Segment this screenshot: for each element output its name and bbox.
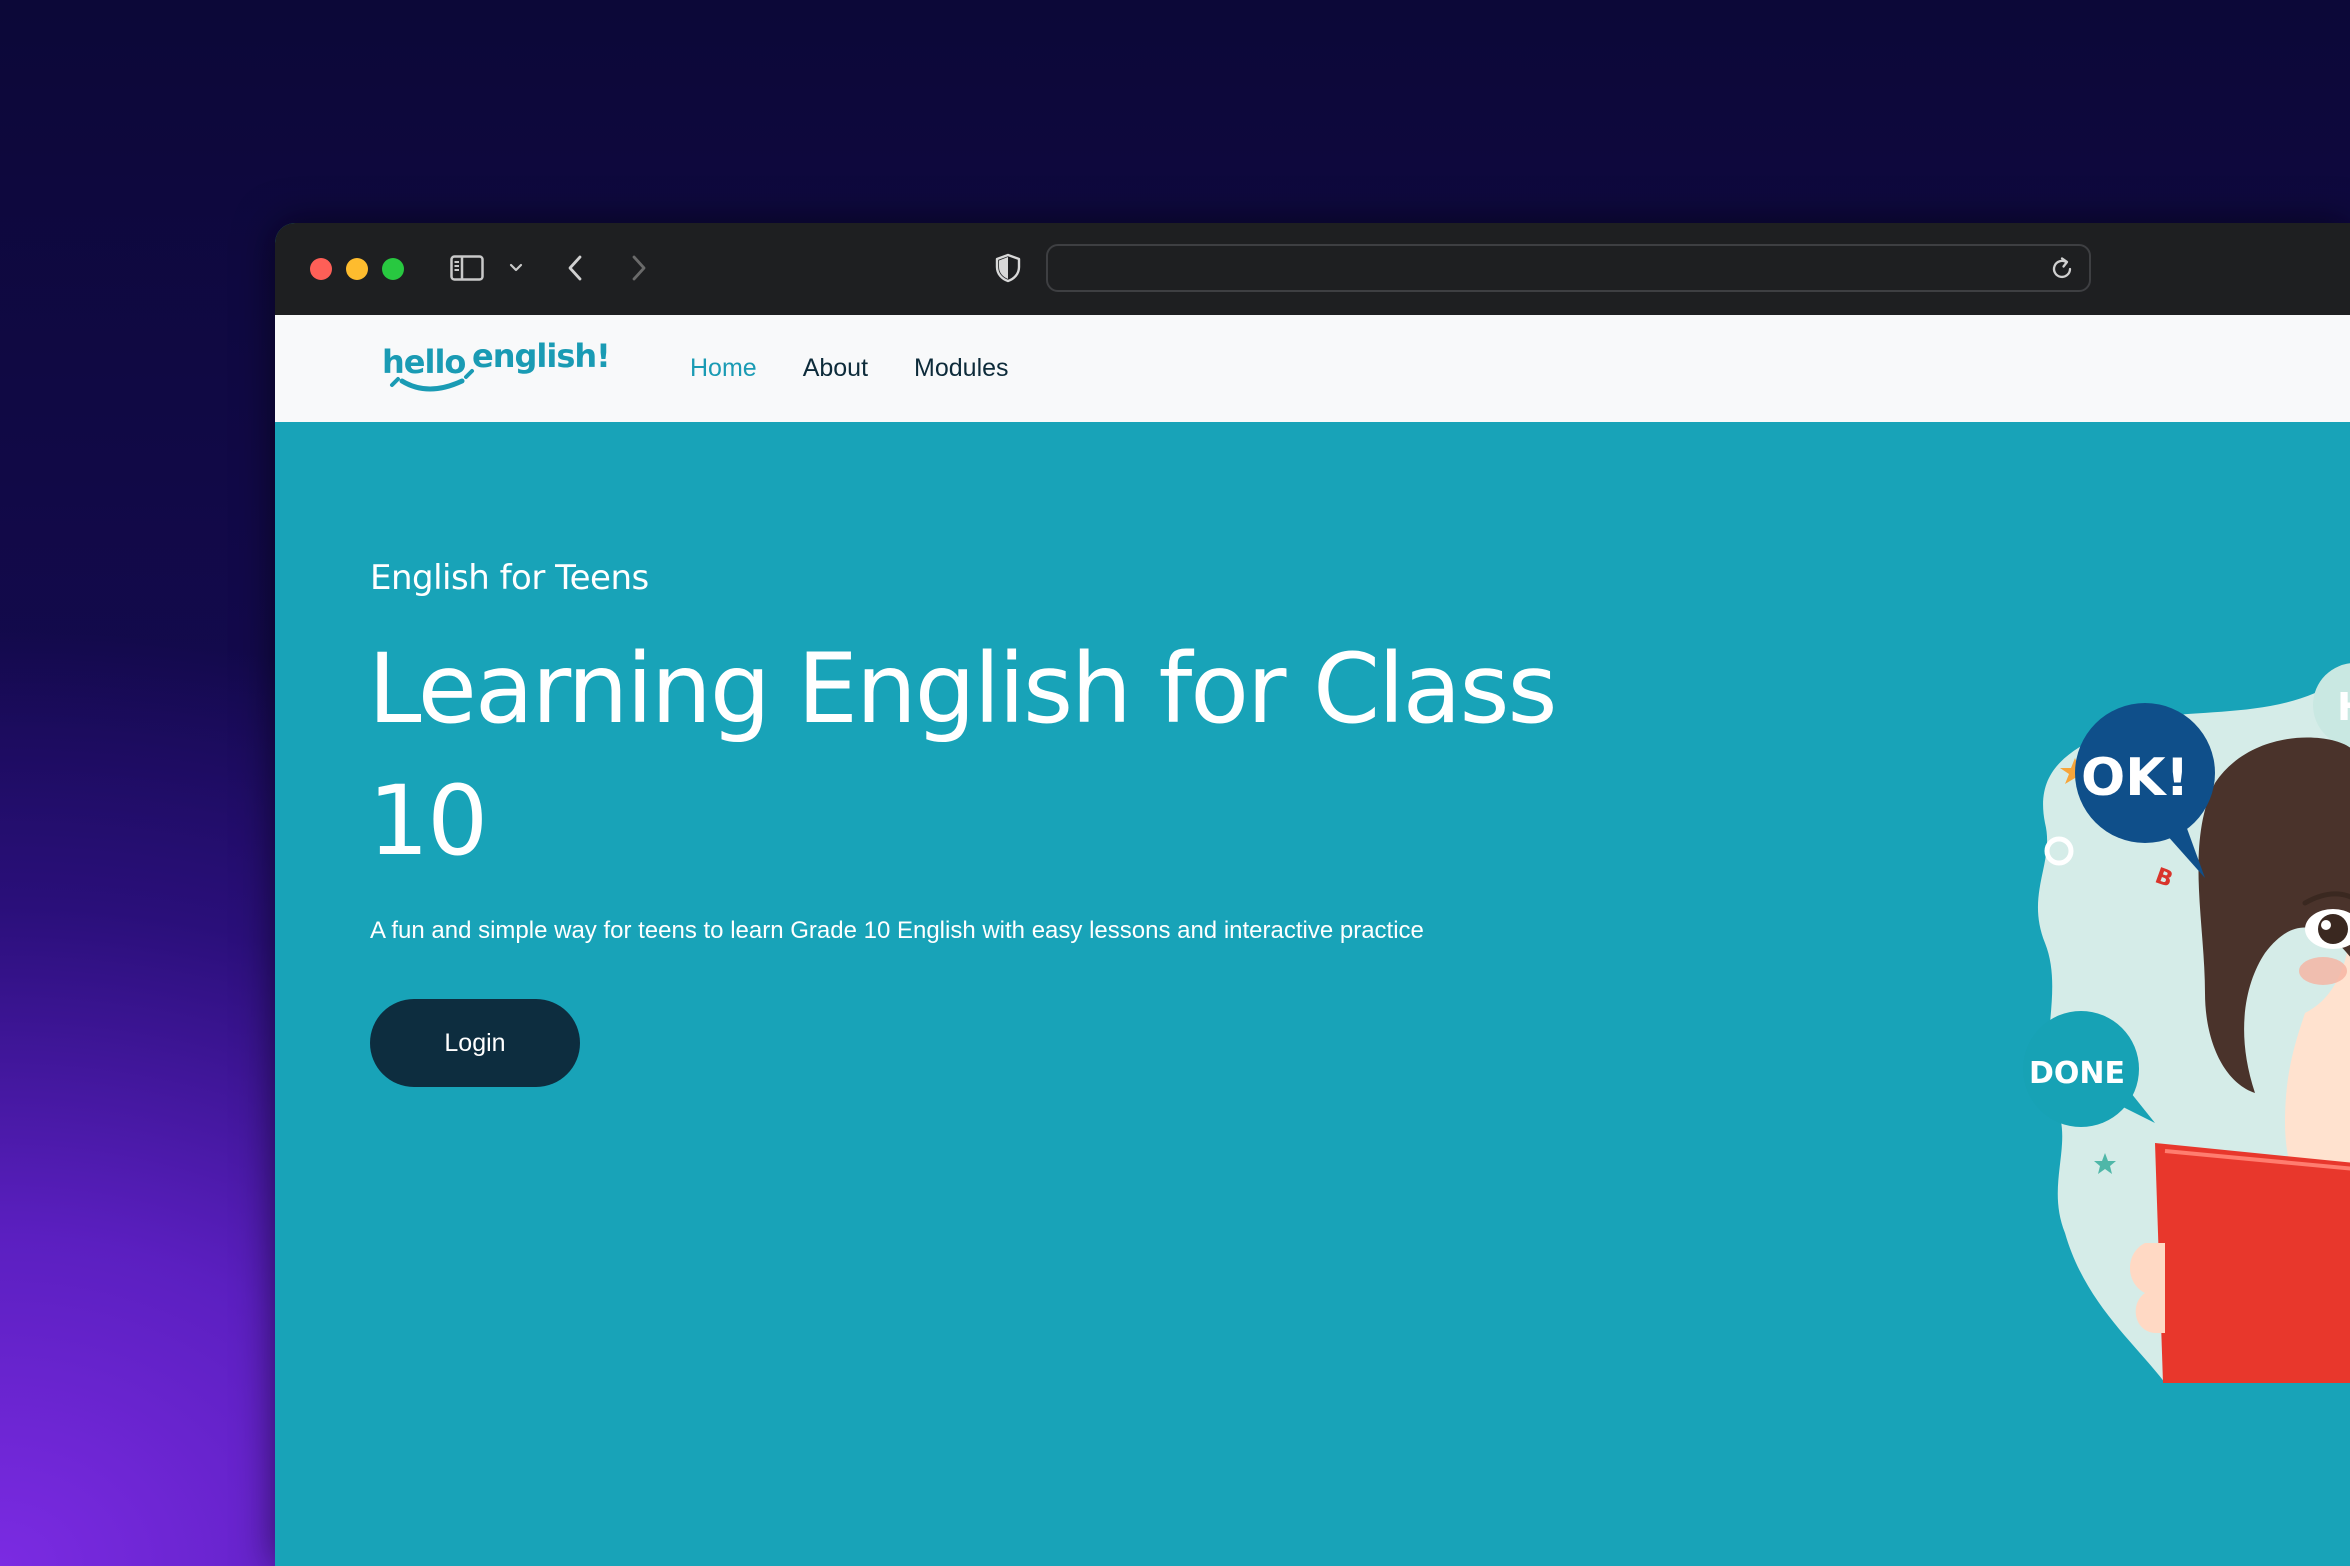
address-bar[interactable] [1046,244,2091,292]
login-button[interactable]: Login [370,999,580,1087]
hero-subtitle: A fun and simple way for teens to learn … [370,917,1424,944]
done-bubble-text: DONE [2029,1056,2125,1091]
zoom-window-button[interactable] [382,258,404,280]
ok-bubble-text: OK! [2081,748,2189,808]
partial-bubble-text: H [2337,685,2350,729]
site-navbar: hello english! Home About Modules [275,315,2350,422]
hero-headline: Learning English for Class 10 [368,633,1558,877]
browser-window: hello english! Home About Modules Englis… [275,223,2350,1566]
browser-titlebar [275,223,2350,315]
hello-english-logo[interactable]: hello english! [380,337,620,401]
sidebar-toggle-icon[interactable] [447,248,487,288]
hero-eyebrow: English for Teens [370,558,649,598]
chevron-down-icon[interactable] [506,248,526,288]
red-book [2155,1143,2350,1383]
nav-home-link[interactable]: Home [690,354,757,383]
back-arrow-icon[interactable] [563,248,587,288]
hero-illustration: H OK! B DONE [2023,663,2350,1383]
main-nav: Home About Modules [690,315,1009,422]
reload-icon[interactable] [2049,256,2075,282]
nav-modules-link[interactable]: Modules [914,354,1009,383]
minimize-window-button[interactable] [346,258,368,280]
forward-arrow-icon[interactable] [627,248,651,288]
svg-text:english!: english! [472,337,610,375]
nav-about-link[interactable]: About [803,354,868,383]
close-window-button[interactable] [310,258,332,280]
svg-text:hello: hello [382,343,465,381]
privacy-shield-icon[interactable] [992,248,1024,288]
